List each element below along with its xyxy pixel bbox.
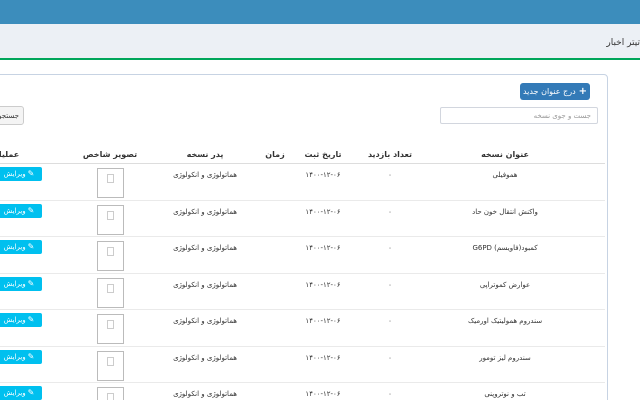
table-row-divider (0, 382, 605, 383)
column-header-registered: تاریخ ثبت (304, 150, 342, 159)
row-registered-date: ۱۴۰۰-۱۲-۰۶ (305, 244, 341, 252)
edit-label: ویرایش (3, 279, 26, 288)
row-registered-date: ۱۴۰۰-۱۲-۰۶ (305, 280, 341, 289)
row-thumbnail (97, 350, 124, 381)
row-title: عوارض کموتراپی (479, 280, 531, 289)
row-registered-date: ۱۴۰۰-۱۲-۰۶ (305, 317, 341, 325)
add-new-title-button[interactable]: + درج عنوان جدید (520, 83, 590, 100)
header-divider (0, 163, 605, 164)
row-thumbnail (97, 241, 124, 271)
table-row-divider (0, 272, 605, 274)
column-header-thumbnail: تصویر شاخص (82, 150, 138, 159)
edit-button[interactable]: ✎ ویرایش (0, 167, 42, 181)
row-title: واکنش انتقال خون حاد (472, 207, 538, 216)
pencil-icon: ✎ (27, 351, 35, 361)
broken-image-icon (107, 356, 114, 366)
row-parent: هماتولوژی و انکولوژی (173, 390, 237, 398)
column-header-actions: عملیات (0, 150, 20, 159)
row-registered-date: ۱۴۰۰-۱۲-۰۶ (305, 390, 341, 398)
row-visits: ۰ (388, 171, 392, 179)
edit-button[interactable]: ✎ ویرایش (0, 276, 42, 291)
edit-button[interactable]: ✎ ویرایش (0, 313, 42, 327)
column-header-visits: تعداد بازدید (367, 150, 413, 159)
table-row-divider (0, 236, 605, 237)
row-parent: هماتولوژی و انکولوژی (173, 244, 237, 252)
row-thumbnail (97, 387, 124, 400)
row-thumbnail (97, 204, 124, 235)
row-title: سندروم لیز تومور (479, 353, 531, 362)
broken-image-icon (107, 283, 114, 293)
edit-button[interactable]: ✎ ویرایش (0, 240, 42, 254)
row-parent: هماتولوژی و انکولوژی (173, 280, 237, 289)
row-title: تب و نوتروپنی (484, 390, 526, 398)
row-thumbnail (97, 168, 124, 198)
row-registered-date: ۱۴۰۰-۱۲-۰۶ (305, 207, 341, 216)
row-thumbnail (97, 277, 124, 308)
pencil-icon: ✎ (27, 205, 35, 215)
search-input[interactable] (440, 107, 598, 124)
pencil-icon: ✎ (27, 169, 35, 178)
row-parent: هماتولوژی و انکولوژی (173, 207, 237, 216)
table-row-divider (0, 199, 605, 201)
row-title: کمبود(فاویسم) G6PD (472, 244, 538, 252)
edit-label: ویرایش (3, 316, 26, 324)
column-header-title: عنوان نسخه (481, 150, 529, 159)
pencil-icon: ✎ (27, 315, 35, 324)
edit-label: ویرایش (3, 206, 26, 215)
row-visits: ۰ (388, 244, 392, 252)
row-parent: هماتولوژی و انکولوژی (173, 171, 237, 179)
add-new-title-label: درج عنوان جدید (522, 87, 576, 96)
page-title: تیتر اخبار (606, 38, 640, 48)
row-registered-date: ۱۴۰۰-۱۲-۰۶ (305, 171, 341, 179)
table-row-divider (0, 309, 605, 310)
edit-label: ویرایش (3, 352, 26, 361)
row-visits: ۰ (388, 353, 392, 362)
search-button[interactable]: جستجو (0, 106, 24, 125)
content-header (0, 24, 640, 60)
row-visits: ۰ (388, 317, 392, 325)
column-header-parent: پدر نسخه (186, 150, 224, 159)
row-thumbnail (97, 314, 124, 344)
row-title: هموفیلی (492, 171, 518, 179)
edit-label: ویرایش (3, 243, 26, 251)
broken-image-icon (107, 174, 114, 183)
pencil-icon: ✎ (27, 388, 35, 397)
row-visits: ۰ (388, 280, 392, 289)
edit-button[interactable]: ✎ ویرایش (0, 386, 42, 400)
broken-image-icon (107, 247, 114, 256)
row-title: سندروم همولیتیک اورمیک (467, 317, 543, 325)
broken-image-icon (107, 393, 114, 400)
table-row-divider (0, 345, 605, 347)
pencil-icon: ✎ (27, 242, 35, 251)
row-visits: ۰ (388, 207, 392, 216)
row-parent: هماتولوژی و انکولوژی (173, 317, 237, 325)
top-navbar (0, 0, 640, 24)
edit-label: ویرایش (3, 170, 26, 178)
column-header-time: زمان (265, 150, 285, 159)
edit-button[interactable]: ✎ ویرایش (0, 203, 42, 218)
plus-icon: + (578, 85, 588, 97)
broken-image-icon (107, 210, 114, 220)
pencil-icon: ✎ (27, 278, 35, 288)
edit-label: ویرایش (3, 389, 26, 397)
broken-image-icon (107, 320, 114, 329)
edit-button[interactable]: ✎ ویرایش (0, 349, 42, 364)
row-registered-date: ۱۴۰۰-۱۲-۰۶ (305, 353, 341, 362)
row-visits: ۰ (388, 390, 392, 398)
row-parent: هماتولوژی و انکولوژی (173, 353, 237, 362)
